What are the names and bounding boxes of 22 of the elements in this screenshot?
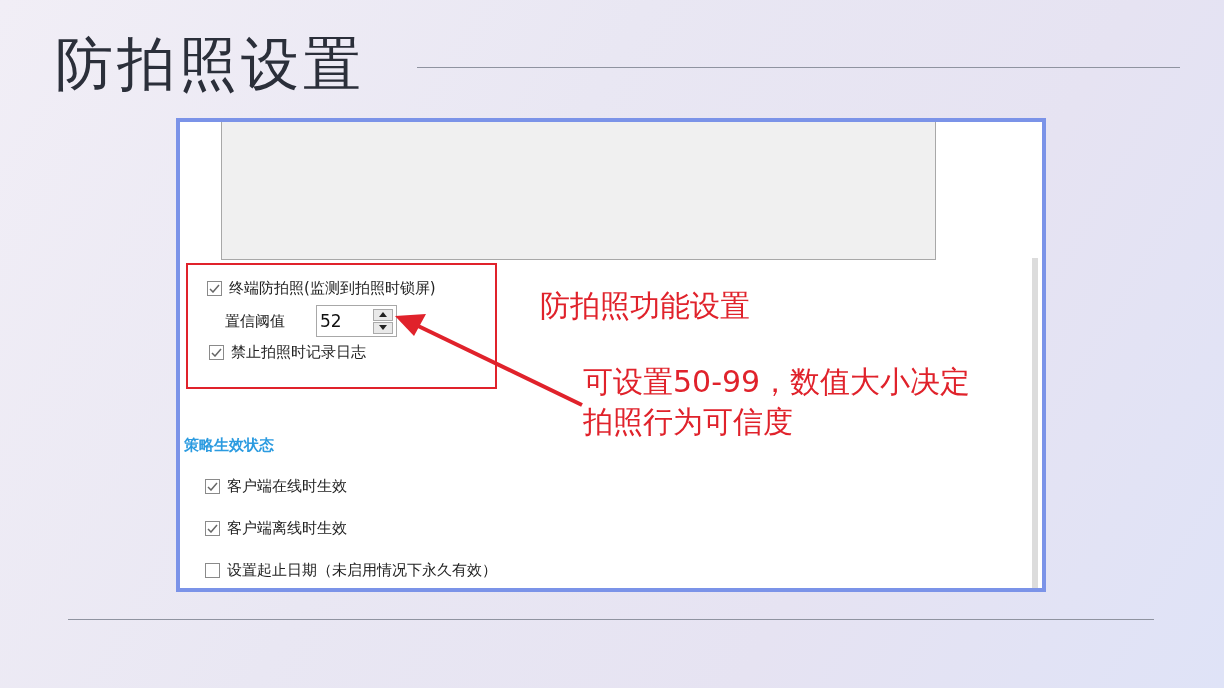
threshold-label: 置信阈值 (225, 311, 286, 331)
down-triangle-icon (379, 325, 387, 330)
checkbox[interactable] (207, 280, 222, 296)
checkbox[interactable] (205, 520, 220, 536)
checkbox-label: 设置起止日期（未启用情况下永久有效） (227, 560, 497, 580)
checkbox[interactable] (209, 344, 224, 360)
section-title: 策略生效状态 (184, 436, 275, 455)
spinbox-value: 52 (319, 311, 343, 331)
checkbox[interactable] (205, 562, 220, 578)
threshold-spinbox[interactable]: 52 (316, 305, 397, 337)
spin-down-button[interactable] (373, 321, 393, 334)
checkbox-label: 客户端离线时生效 (227, 518, 347, 538)
annotation-text: 防拍照功能设置 (540, 287, 750, 325)
scrollbar[interactable] (1032, 258, 1038, 588)
checkbox-label: 终端防拍照(监测到拍照时锁屏) (229, 278, 436, 298)
up-triangle-icon (379, 312, 387, 317)
checkbox-label: 禁止拍照时记录日志 (231, 342, 366, 362)
slide-title: 防拍照设置 (55, 29, 365, 100)
annotation-text: 可设置50-99，数值大小决定 拍照行为可信度 (583, 363, 971, 441)
checkbox-label: 客户端在线时生效 (227, 476, 347, 496)
spin-up-button[interactable] (373, 308, 393, 321)
checkbox[interactable] (205, 478, 220, 494)
